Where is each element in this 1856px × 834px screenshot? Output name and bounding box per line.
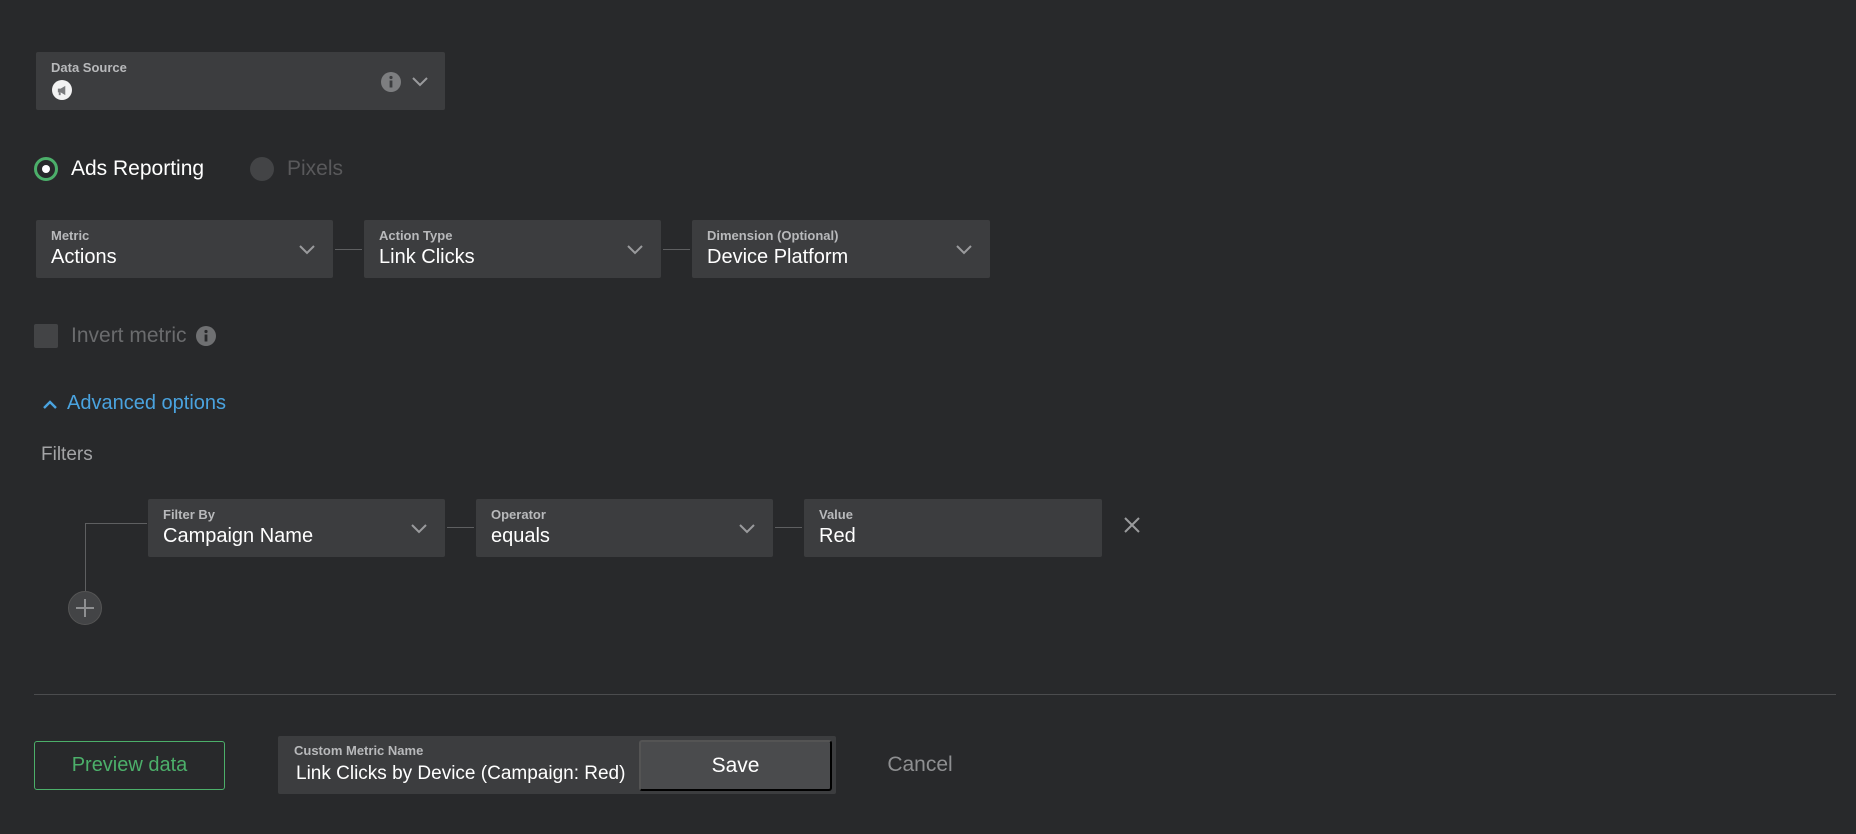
metric-select[interactable]: Metric Actions	[36, 220, 333, 278]
connector-line	[335, 249, 362, 250]
chevron-down-icon	[627, 245, 643, 255]
radio-pixels[interactable]: Pixels	[250, 157, 370, 187]
invert-metric-label: Invert metric	[71, 324, 187, 347]
filters-heading: Filters	[41, 444, 93, 465]
operator-label: Operator	[491, 507, 546, 522]
close-icon[interactable]	[1123, 516, 1141, 534]
dimension-select[interactable]: Dimension (Optional) Device Platform	[692, 220, 990, 278]
metric-label: Metric	[51, 228, 90, 243]
connector-line	[663, 249, 690, 250]
connector-line	[775, 527, 802, 528]
data-source-select[interactable]: Data Source	[36, 52, 445, 110]
operator-select[interactable]: Operator equals	[476, 499, 773, 557]
action-type-label: Action Type	[379, 228, 453, 243]
chevron-down-icon	[411, 524, 427, 534]
filter-tree-line	[85, 523, 147, 524]
radio-unselected-icon	[250, 157, 274, 181]
custom-metric-name-label: Custom Metric Name	[294, 743, 424, 758]
invert-metric-checkbox[interactable]	[34, 324, 58, 348]
filter-by-select[interactable]: Filter By Campaign Name	[148, 499, 445, 557]
dimension-value: Device Platform	[707, 246, 849, 268]
filter-value-text: Red	[819, 525, 856, 547]
metric-value: Actions	[51, 246, 117, 268]
filter-by-value: Campaign Name	[163, 525, 314, 547]
info-icon[interactable]	[381, 72, 401, 92]
save-button[interactable]: Save	[639, 740, 832, 791]
radio-selected-icon	[34, 157, 58, 181]
chevron-down-icon[interactable]	[412, 77, 428, 87]
dimension-label: Dimension (Optional)	[707, 228, 839, 243]
chevron-down-icon	[739, 524, 755, 534]
radio-pixels-label: Pixels	[287, 157, 344, 180]
add-filter-button[interactable]	[68, 591, 102, 625]
preview-data-button[interactable]: Preview data	[34, 741, 225, 790]
radio-ads-reporting[interactable]: Ads Reporting	[34, 157, 214, 187]
action-type-value: Link Clicks	[379, 246, 475, 268]
filter-value-label: Value	[819, 507, 853, 522]
radio-ads-reporting-label: Ads Reporting	[71, 157, 205, 180]
custom-metric-name-value: Link Clicks by Device (Campaign: Red)	[296, 763, 626, 784]
action-type-select[interactable]: Action Type Link Clicks	[364, 220, 661, 278]
filter-by-label: Filter By	[163, 507, 216, 522]
chevron-down-icon	[299, 245, 315, 255]
plus-icon	[76, 599, 94, 617]
chevron-down-icon	[956, 245, 972, 255]
connector-line	[447, 527, 474, 528]
operator-value: equals	[491, 525, 550, 547]
advanced-options-label: Advanced options	[67, 392, 227, 414]
data-source-label: Data Source	[51, 60, 127, 75]
megaphone-icon	[52, 80, 72, 100]
advanced-options-toggle[interactable]: Advanced options	[40, 391, 240, 419]
section-divider	[34, 694, 1836, 695]
cancel-button[interactable]: Cancel	[860, 745, 980, 785]
info-icon[interactable]	[196, 326, 216, 346]
filter-tree-line	[85, 523, 86, 591]
chevron-up-icon	[43, 400, 57, 409]
filter-value-input[interactable]: Value Red	[804, 499, 1102, 557]
